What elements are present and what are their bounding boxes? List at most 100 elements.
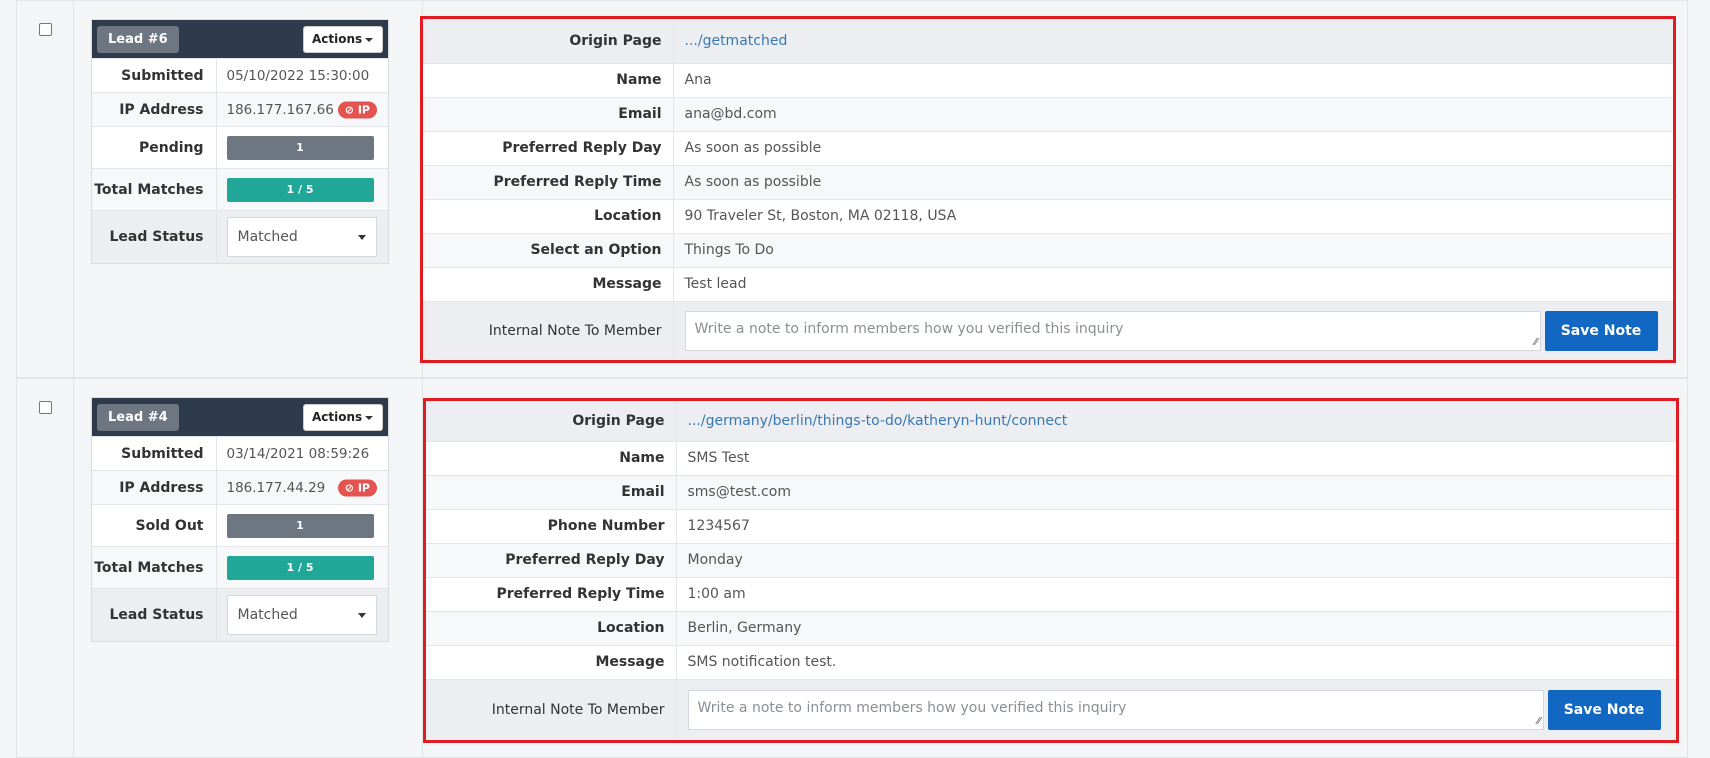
lead-card-header: Lead #4 Actions [92,398,388,436]
detail-value: Monday [676,542,1676,577]
ip-cell: 186.177.44.29 ⊘ IP [216,470,388,505]
total-label: Total Matches [92,168,217,211]
queue-label: Sold Out [92,504,217,547]
lead-card: Lead #6 Actions Submitted 05/10/2022 15:… [91,19,389,264]
origin-page-link[interactable]: .../germany/berlin/things-to-do/katheryn… [688,413,1068,429]
detail-value: Ana [673,62,1673,97]
detail-label: Location [423,198,674,233]
lead-status-value: Matched [237,228,298,245]
ip-cell: 186.177.167.66 ⊘ IP [216,92,388,127]
detail-value: As soon as possible [673,130,1673,165]
detail-value: 1234567 [676,508,1676,543]
ip-block-badge[interactable]: ⊘ IP [337,101,377,118]
note-label: Internal Note To Member [426,678,677,740]
actions-dropdown-button[interactable]: Actions [303,404,383,431]
ip-value: 186.177.167.66 [226,101,334,118]
lead-card-header: Lead #6 Actions [92,20,388,58]
total-cell: 1 / 5 [216,546,388,589]
detail-label: Location [426,610,677,645]
detail-label: Select an Option [423,232,674,267]
origin-page-link[interactable]: .../getmatched [685,33,788,49]
status-row: Lead Status Matched [92,588,388,641]
detail-label: Preferred Reply Time [423,164,674,199]
checkbox-cell [17,379,74,757]
detail-value: Test lead [673,266,1673,301]
submitted-value: 05/10/2022 15:30:00 [216,58,388,93]
detail-row-message: Message Test lead [423,266,1673,301]
note-cell: Write a note to inform members how you v… [673,300,1673,360]
detail-value: SMS Test [676,440,1676,475]
detail-row-option: Select an Option Things To Do [423,232,1673,267]
queue-cell: 1 [216,126,388,169]
detail-value: 90 Traveler St, Boston, MA 02118, USA [673,198,1673,233]
total-matches-bar: 1 / 5 [226,177,374,202]
submitted-row: Submitted 03/14/2021 08:59:26 [92,436,388,471]
detail-label: Name [423,62,674,97]
caret-down-icon [365,416,373,420]
detail-row-phone: Phone Number 1234567 [426,508,1676,543]
lead-info-table: Submitted 05/10/2022 15:30:00 IP Address… [92,58,388,263]
actions-dropdown-button[interactable]: Actions [303,26,383,53]
ip-block-badge[interactable]: ⊘ IP [337,479,377,496]
caret-down-icon [357,612,366,618]
internal-note-textarea[interactable]: Write a note to inform members how you v… [687,689,1544,730]
detail-row-reply-time: Preferred Reply Time 1:00 am [426,576,1676,611]
detail-row-origin: Origin Page .../germany/berlin/things-to… [426,401,1676,441]
total-row: Total Matches 1 / 5 [92,546,388,589]
save-note-button[interactable]: Save Note [1544,310,1658,351]
lead-checkbox[interactable] [39,23,52,36]
detail-value: 1:00 am [676,576,1676,611]
detail-value: SMS notification test. [676,644,1676,679]
status-cell: Matched [216,588,388,641]
status-cell: Matched [216,210,388,263]
ip-value: 186.177.44.29 [226,479,326,496]
status-row: Lead Status Matched [92,210,388,263]
note-placeholder: Write a note to inform members how you v… [697,699,1127,716]
lead-status-select[interactable]: Matched [226,594,377,635]
resize-handle-icon[interactable]: ⁄⁄ [1534,337,1537,348]
actions-label: Actions [312,410,363,424]
detail-value: sms@test.com [676,474,1676,509]
detail-label: Name [426,440,677,475]
lead-status-select[interactable]: Matched [226,216,377,257]
note-placeholder: Write a note to inform members how you v… [694,320,1124,337]
lead-detail-table: Origin Page .../germany/berlin/things-to… [426,401,1676,740]
total-matches-bar: 1 / 5 [226,555,374,580]
detail-row-location: Location Berlin, Germany [426,610,1676,645]
submitted-value: 03/14/2021 08:59:26 [216,436,388,471]
submitted-label: Submitted [92,58,217,93]
detail-row-reply-day: Preferred Reply Day Monday [426,542,1676,577]
save-note-button[interactable]: Save Note [1547,689,1661,730]
lead-info-table: Submitted 03/14/2021 08:59:26 IP Address… [92,436,388,641]
detail-label: Phone Number [426,508,677,543]
detail-label: Preferred Reply Day [426,542,677,577]
queue-count-bar: 1 [226,135,374,160]
queue-cell: 1 [216,504,388,547]
total-cell: 1 / 5 [216,168,388,211]
detail-row-name: Name SMS Test [426,440,1676,475]
detail-label: Preferred Reply Time [426,576,677,611]
internal-note-textarea[interactable]: Write a note to inform members how you v… [684,310,1541,351]
total-row: Total Matches 1 / 5 [92,168,388,211]
lead-number-badge: Lead #4 [97,404,179,431]
ip-label: IP Address [92,470,217,505]
queue-row: Sold Out 1 [92,504,388,547]
ip-row: IP Address 186.177.167.66 ⊘ IP [92,92,388,127]
detail-value: ana@bd.com [673,96,1673,131]
detail-row-email: Email ana@bd.com [423,96,1673,131]
actions-label: Actions [312,32,363,46]
detail-row-reply-day: Preferred Reply Day As soon as possible [423,130,1673,165]
detail-label: Preferred Reply Day [423,130,674,165]
detail-row-reply-time: Preferred Reply Time As soon as possible [423,164,1673,199]
detail-value: As soon as possible [673,164,1673,199]
detail-row-name: Name Ana [423,62,1673,97]
total-label: Total Matches [92,546,217,589]
submitted-row: Submitted 05/10/2022 15:30:00 [92,58,388,93]
lead-checkbox[interactable] [39,401,52,414]
note-label: Internal Note To Member [423,300,674,360]
detail-value: Berlin, Germany [676,610,1676,645]
checkbox-cell [17,1,74,377]
ip-row: IP Address 186.177.44.29 ⊘ IP [92,470,388,505]
resize-handle-icon[interactable]: ⁄⁄ [1537,716,1540,727]
detail-row-location: Location 90 Traveler St, Boston, MA 0211… [423,198,1673,233]
